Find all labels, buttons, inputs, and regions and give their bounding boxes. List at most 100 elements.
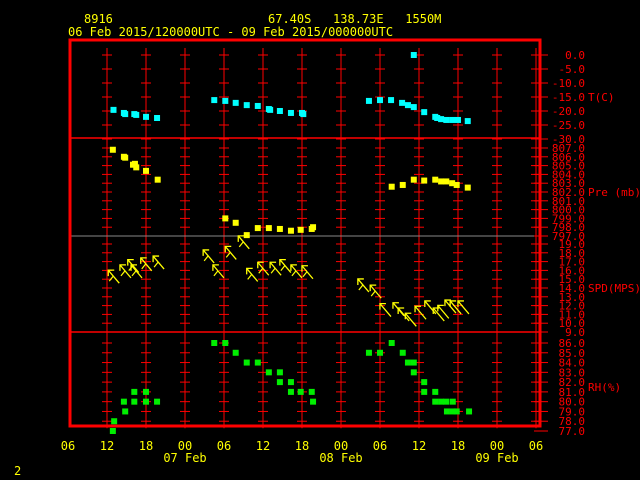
relative_humidity-point — [443, 408, 450, 415]
relative_humidity-point — [276, 379, 283, 386]
temperature-point — [110, 106, 117, 113]
temperature-point — [399, 99, 406, 106]
x-tick-label: 18 — [295, 439, 309, 453]
temperature-point — [211, 97, 218, 104]
temperature-point — [377, 97, 383, 104]
relative_humidity-point — [131, 398, 138, 405]
wind-barb — [212, 264, 225, 279]
y-tick-label: -5.0 — [559, 63, 586, 76]
temperature-point — [365, 97, 372, 104]
y-tick-label: -10.0 — [552, 77, 585, 90]
meteogram-chart: 0.0-5.0-10.0-15.0-20.0-25.0-30.0T(C)807.… — [61, 38, 640, 465]
wind-barb-feather — [280, 265, 286, 271]
y-tick-label: -20.0 — [552, 105, 585, 118]
temperature-point — [276, 108, 283, 114]
wind-barb-feather — [247, 274, 253, 280]
wind-barb — [202, 249, 215, 264]
pressure-point — [287, 227, 294, 234]
wind-barb — [357, 278, 370, 293]
temperature-point — [122, 111, 129, 118]
pressure-point — [388, 183, 395, 190]
relative_humidity-point — [243, 359, 250, 366]
temperature-point — [410, 52, 417, 58]
wind-barb-feather — [291, 270, 297, 277]
pressure-point — [432, 176, 439, 183]
temperature-point — [404, 102, 411, 109]
wind-barb — [414, 305, 427, 320]
wind-barb-feather — [302, 271, 308, 278]
y-tick-label: -15.0 — [552, 91, 585, 104]
relative_humidity-point — [438, 398, 445, 405]
wind-barb-feather — [120, 270, 126, 277]
relative_humidity-point — [276, 369, 283, 376]
relative_humidity-point — [449, 398, 456, 405]
temperature-point — [421, 109, 428, 116]
pressure-point — [109, 146, 116, 153]
temperature-point — [438, 116, 445, 123]
x-tick-label: 12 — [256, 439, 270, 453]
wind-barb-feather — [213, 270, 219, 277]
relative_humidity-point — [111, 418, 118, 425]
relative_humidity-point — [222, 340, 229, 346]
wind-barb — [404, 312, 417, 327]
relative_humidity-point — [421, 379, 428, 386]
x-tick-label: 18 — [451, 439, 465, 453]
temperature-point — [254, 102, 261, 109]
relative_humidity-point — [410, 369, 417, 376]
temperature-point — [243, 102, 250, 109]
temperature-point — [267, 106, 274, 113]
pressure-point — [265, 225, 272, 232]
wind-barb-shaft — [432, 307, 445, 322]
wind-barb-shaft — [414, 305, 427, 320]
relative_humidity-point — [453, 408, 460, 415]
pressure-point — [243, 232, 250, 239]
relative_humidity-point — [232, 349, 239, 356]
wind-barb-shaft — [404, 312, 417, 327]
temperature-point — [410, 104, 417, 111]
relative_humidity-point — [254, 359, 261, 366]
temperature-point — [222, 97, 229, 104]
pressure-point — [438, 178, 445, 185]
wind-barb-feather — [358, 284, 364, 291]
x-tick-label: 06 — [61, 439, 75, 453]
wind-barb — [290, 264, 303, 279]
wind-barb — [107, 269, 120, 284]
wind-barb-feather — [370, 290, 376, 297]
pressure-point — [154, 176, 161, 183]
relative_humidity-point — [131, 388, 138, 395]
wind-barb-feather — [238, 241, 244, 248]
wind-barb — [119, 264, 132, 279]
x-tick-label: 06 — [529, 439, 543, 453]
wind-barb-feather — [153, 261, 159, 268]
panel-label-wind_speed: SPD(MPS) — [588, 282, 640, 295]
pressure-point — [122, 154, 129, 161]
relative_humidity-point — [432, 398, 439, 405]
relative_humidity-point — [308, 388, 315, 395]
x-tick-label: 06 — [217, 439, 231, 453]
x-date-label: 07 Feb — [163, 451, 206, 465]
pressure-point — [222, 215, 229, 222]
temperature-point — [388, 97, 395, 104]
wind-barb-shaft — [437, 304, 450, 319]
relative_humidity-point — [120, 398, 127, 405]
temperature-point — [449, 116, 456, 123]
pressure-point — [232, 219, 239, 226]
temperature-point — [455, 116, 461, 123]
relative_humidity-point — [297, 388, 304, 395]
wind-barb-feather — [270, 267, 276, 274]
pressure-point — [399, 181, 406, 188]
x-date-label: 08 Feb — [319, 451, 362, 465]
wind-barb-shaft — [397, 307, 410, 322]
relative_humidity-point — [143, 398, 149, 405]
wind-barb — [246, 267, 259, 282]
temperature-point — [143, 113, 149, 120]
wind-barb — [397, 307, 410, 322]
pressure-point — [464, 184, 471, 191]
relative_humidity-point — [377, 349, 383, 356]
relative_humidity-point — [143, 388, 149, 395]
wind-barb-feather — [141, 263, 147, 270]
temperature-point — [464, 118, 471, 125]
relative_humidity-point — [466, 408, 473, 415]
y-tick-label: 77.0 — [559, 425, 586, 438]
relative_humidity-point — [211, 340, 218, 346]
